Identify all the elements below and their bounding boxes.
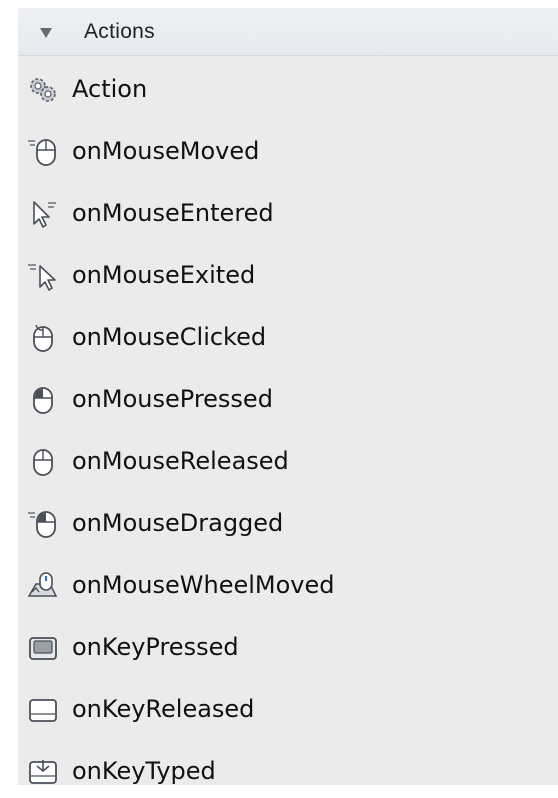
action-item-action[interactable]: Action bbox=[18, 62, 558, 116]
item-label: onMouseMoved bbox=[72, 137, 260, 165]
action-item-on-mouse-released[interactable]: onMouseReleased bbox=[18, 434, 558, 488]
mouse-wheel-icon bbox=[26, 570, 60, 602]
action-item-on-mouse-moved[interactable]: onMouseMoved bbox=[18, 124, 558, 178]
action-item-on-mouse-wheel-moved[interactable]: onMouseWheelMoved bbox=[18, 558, 558, 612]
action-item-on-mouse-exited[interactable]: onMouseExited bbox=[18, 248, 558, 302]
item-label: onMousePressed bbox=[72, 385, 273, 413]
item-label: onMouseClicked bbox=[72, 323, 267, 351]
actions-section-header[interactable]: Actions bbox=[18, 8, 558, 56]
section-title: Actions bbox=[84, 20, 155, 43]
key-pressed-icon bbox=[26, 632, 60, 664]
mouse-dragged-icon bbox=[26, 508, 60, 540]
cursor-entered-icon bbox=[26, 198, 60, 230]
key-released-icon bbox=[26, 694, 60, 726]
gears-icon bbox=[26, 74, 60, 106]
action-item-on-mouse-dragged[interactable]: onMouseDragged bbox=[18, 496, 558, 550]
item-label: onMouseEntered bbox=[72, 199, 274, 227]
mouse-released-icon bbox=[26, 446, 60, 478]
action-item-on-key-pressed[interactable]: onKeyPressed bbox=[18, 620, 558, 674]
item-label: onKeyPressed bbox=[72, 633, 239, 661]
item-label: onKeyTyped bbox=[72, 757, 216, 785]
item-label: onMouseReleased bbox=[72, 447, 289, 475]
item-label: onMouseDragged bbox=[72, 509, 284, 537]
disclosure-triangle-icon[interactable] bbox=[40, 28, 52, 38]
mouse-clicked-icon bbox=[26, 322, 60, 354]
item-label: onMouseExited bbox=[72, 261, 256, 289]
mouse-moved-icon bbox=[26, 136, 60, 168]
actions-panel: Actions Action onMouseMoved onMouseEnter… bbox=[18, 8, 558, 785]
item-label: onKeyReleased bbox=[72, 695, 255, 723]
action-item-on-mouse-pressed[interactable]: onMousePressed bbox=[18, 372, 558, 426]
mouse-pressed-icon bbox=[26, 384, 60, 416]
action-item-on-mouse-clicked[interactable]: onMouseClicked bbox=[18, 310, 558, 364]
cursor-exited-icon bbox=[26, 260, 60, 292]
action-item-on-key-released[interactable]: onKeyReleased bbox=[18, 682, 558, 736]
item-label: onMouseWheelMoved bbox=[72, 571, 335, 599]
action-item-on-mouse-entered[interactable]: onMouseEntered bbox=[18, 186, 558, 240]
key-typed-icon bbox=[26, 756, 60, 788]
action-item-on-key-typed[interactable]: onKeyTyped bbox=[18, 744, 558, 798]
item-label: Action bbox=[72, 75, 148, 103]
